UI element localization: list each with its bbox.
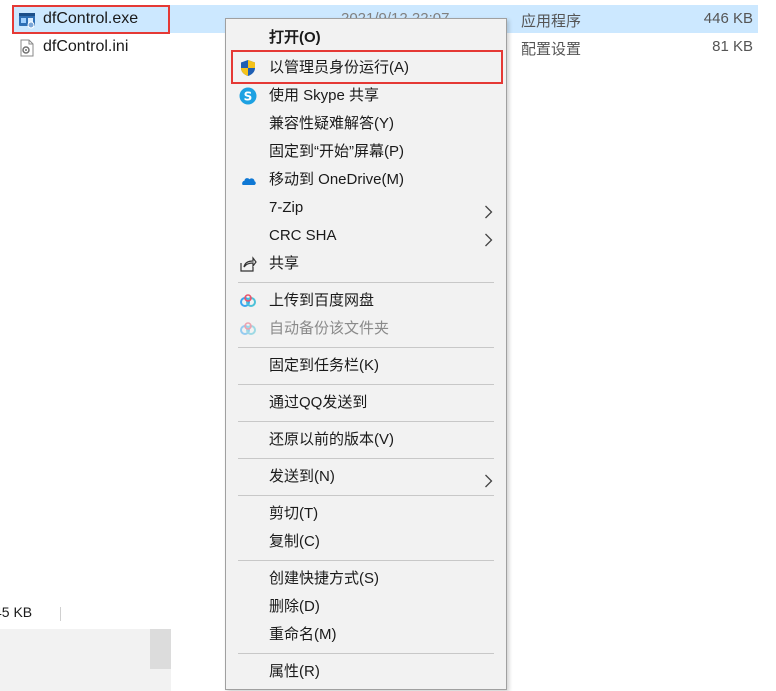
selection-highlight-box xyxy=(12,5,170,34)
menu-item-label: 重命名(M) xyxy=(269,626,337,643)
menu-item-label: 发送到(N) xyxy=(269,468,335,485)
ini-file-icon xyxy=(18,39,36,57)
menu-item-label: 上传到百度网盘 xyxy=(269,292,375,309)
baidu-netdisk-icon xyxy=(239,292,257,310)
scrollbar-thumb[interactable] xyxy=(150,629,171,669)
menu-item-send-to[interactable]: 发送到(N) xyxy=(227,463,505,491)
svg-text:S: S xyxy=(244,90,253,104)
menu-item-auto-backup-folder[interactable]: 自动备份该文件夹 xyxy=(227,315,505,343)
menu-separator xyxy=(238,495,494,496)
menu-item-restore-previous[interactable]: 还原以前的版本(V) xyxy=(227,426,505,454)
onedrive-icon xyxy=(239,171,257,189)
status-selected-size: 45 KB xyxy=(0,604,33,620)
menu-item-label: 剪切(T) xyxy=(269,505,319,522)
file-size: 446 KB xyxy=(703,10,753,27)
menu-item-upload-baidu[interactable]: 上传到百度网盘 xyxy=(227,287,505,315)
menu-item-move-to-onedrive[interactable]: 移动到 OneDrive(M) xyxy=(227,166,505,194)
run-as-admin-highlight-box xyxy=(231,50,503,84)
menu-item-rename[interactable]: 重命名(M) xyxy=(227,621,505,649)
menu-separator xyxy=(238,653,494,654)
menu-item-label: 通过QQ发送到 xyxy=(269,394,368,411)
menu-separator xyxy=(238,384,494,385)
menu-item-label: 创建快捷方式(S) xyxy=(269,570,379,587)
menu-item-label: 复制(C) xyxy=(269,533,320,550)
chevron-right-icon xyxy=(484,470,493,488)
menu-item-label: 7-Zip xyxy=(269,199,304,216)
context-menu: 打开(O) 以管理员身份运行(A) S 使用 Skype 共享 兼容性疑难解答(… xyxy=(225,18,507,690)
menu-item-label: 移动到 OneDrive(M) xyxy=(269,171,405,188)
menu-item-properties[interactable]: 属性(R) xyxy=(227,658,505,686)
menu-item-compat-troubleshoot[interactable]: 兼容性疑难解答(Y) xyxy=(227,110,505,138)
menu-item-7zip[interactable]: 7-Zip xyxy=(227,194,505,222)
menu-item-label: 还原以前的版本(V) xyxy=(269,431,394,448)
file-name: dfControl.ini xyxy=(43,38,129,55)
menu-item-send-via-qq[interactable]: 通过QQ发送到 xyxy=(227,389,505,417)
menu-item-pin-to-start[interactable]: 固定到“开始”屏幕(P) xyxy=(227,138,505,166)
menu-item-label: 兼容性疑难解答(Y) xyxy=(269,115,394,132)
share-icon xyxy=(239,255,257,273)
file-type: 应用程序 xyxy=(521,13,582,30)
menu-item-pin-to-taskbar[interactable]: 固定到任务栏(K) xyxy=(227,352,505,380)
menu-item-label: 自动备份该文件夹 xyxy=(269,320,390,337)
menu-item-open[interactable]: 打开(O) xyxy=(227,24,505,52)
menu-item-skype-share[interactable]: S 使用 Skype 共享 xyxy=(227,82,505,110)
menu-item-share[interactable]: 共享 xyxy=(227,250,505,278)
chevron-right-icon xyxy=(484,229,493,247)
menu-separator xyxy=(238,421,494,422)
status-divider xyxy=(60,607,61,621)
menu-item-copy[interactable]: 复制(C) xyxy=(227,528,505,556)
menu-separator xyxy=(238,560,494,561)
menu-item-crc-sha[interactable]: CRC SHA xyxy=(227,222,505,250)
baidu-netdisk-icon xyxy=(239,320,257,338)
lower-pane xyxy=(0,629,171,691)
file-size: 81 KB xyxy=(712,38,753,55)
menu-item-cut[interactable]: 剪切(T) xyxy=(227,500,505,528)
menu-item-label: 固定到“开始”屏幕(P) xyxy=(269,143,404,160)
menu-separator xyxy=(238,458,494,459)
menu-item-create-shortcut[interactable]: 创建快捷方式(S) xyxy=(227,565,505,593)
menu-item-delete[interactable]: 删除(D) xyxy=(227,593,505,621)
menu-item-label: CRC SHA xyxy=(269,227,337,244)
menu-item-label: 属性(R) xyxy=(269,663,320,680)
menu-item-label: 删除(D) xyxy=(269,598,320,615)
menu-item-label: 使用 Skype 共享 xyxy=(269,87,380,104)
skype-icon: S xyxy=(239,87,257,105)
menu-separator xyxy=(238,282,494,283)
menu-item-label: 共享 xyxy=(269,255,300,272)
menu-item-label: 打开(O) xyxy=(269,29,321,46)
chevron-right-icon xyxy=(484,201,493,219)
menu-item-label: 固定到任务栏(K) xyxy=(269,357,379,374)
menu-separator xyxy=(238,347,494,348)
file-type: 配置设置 xyxy=(521,41,582,58)
